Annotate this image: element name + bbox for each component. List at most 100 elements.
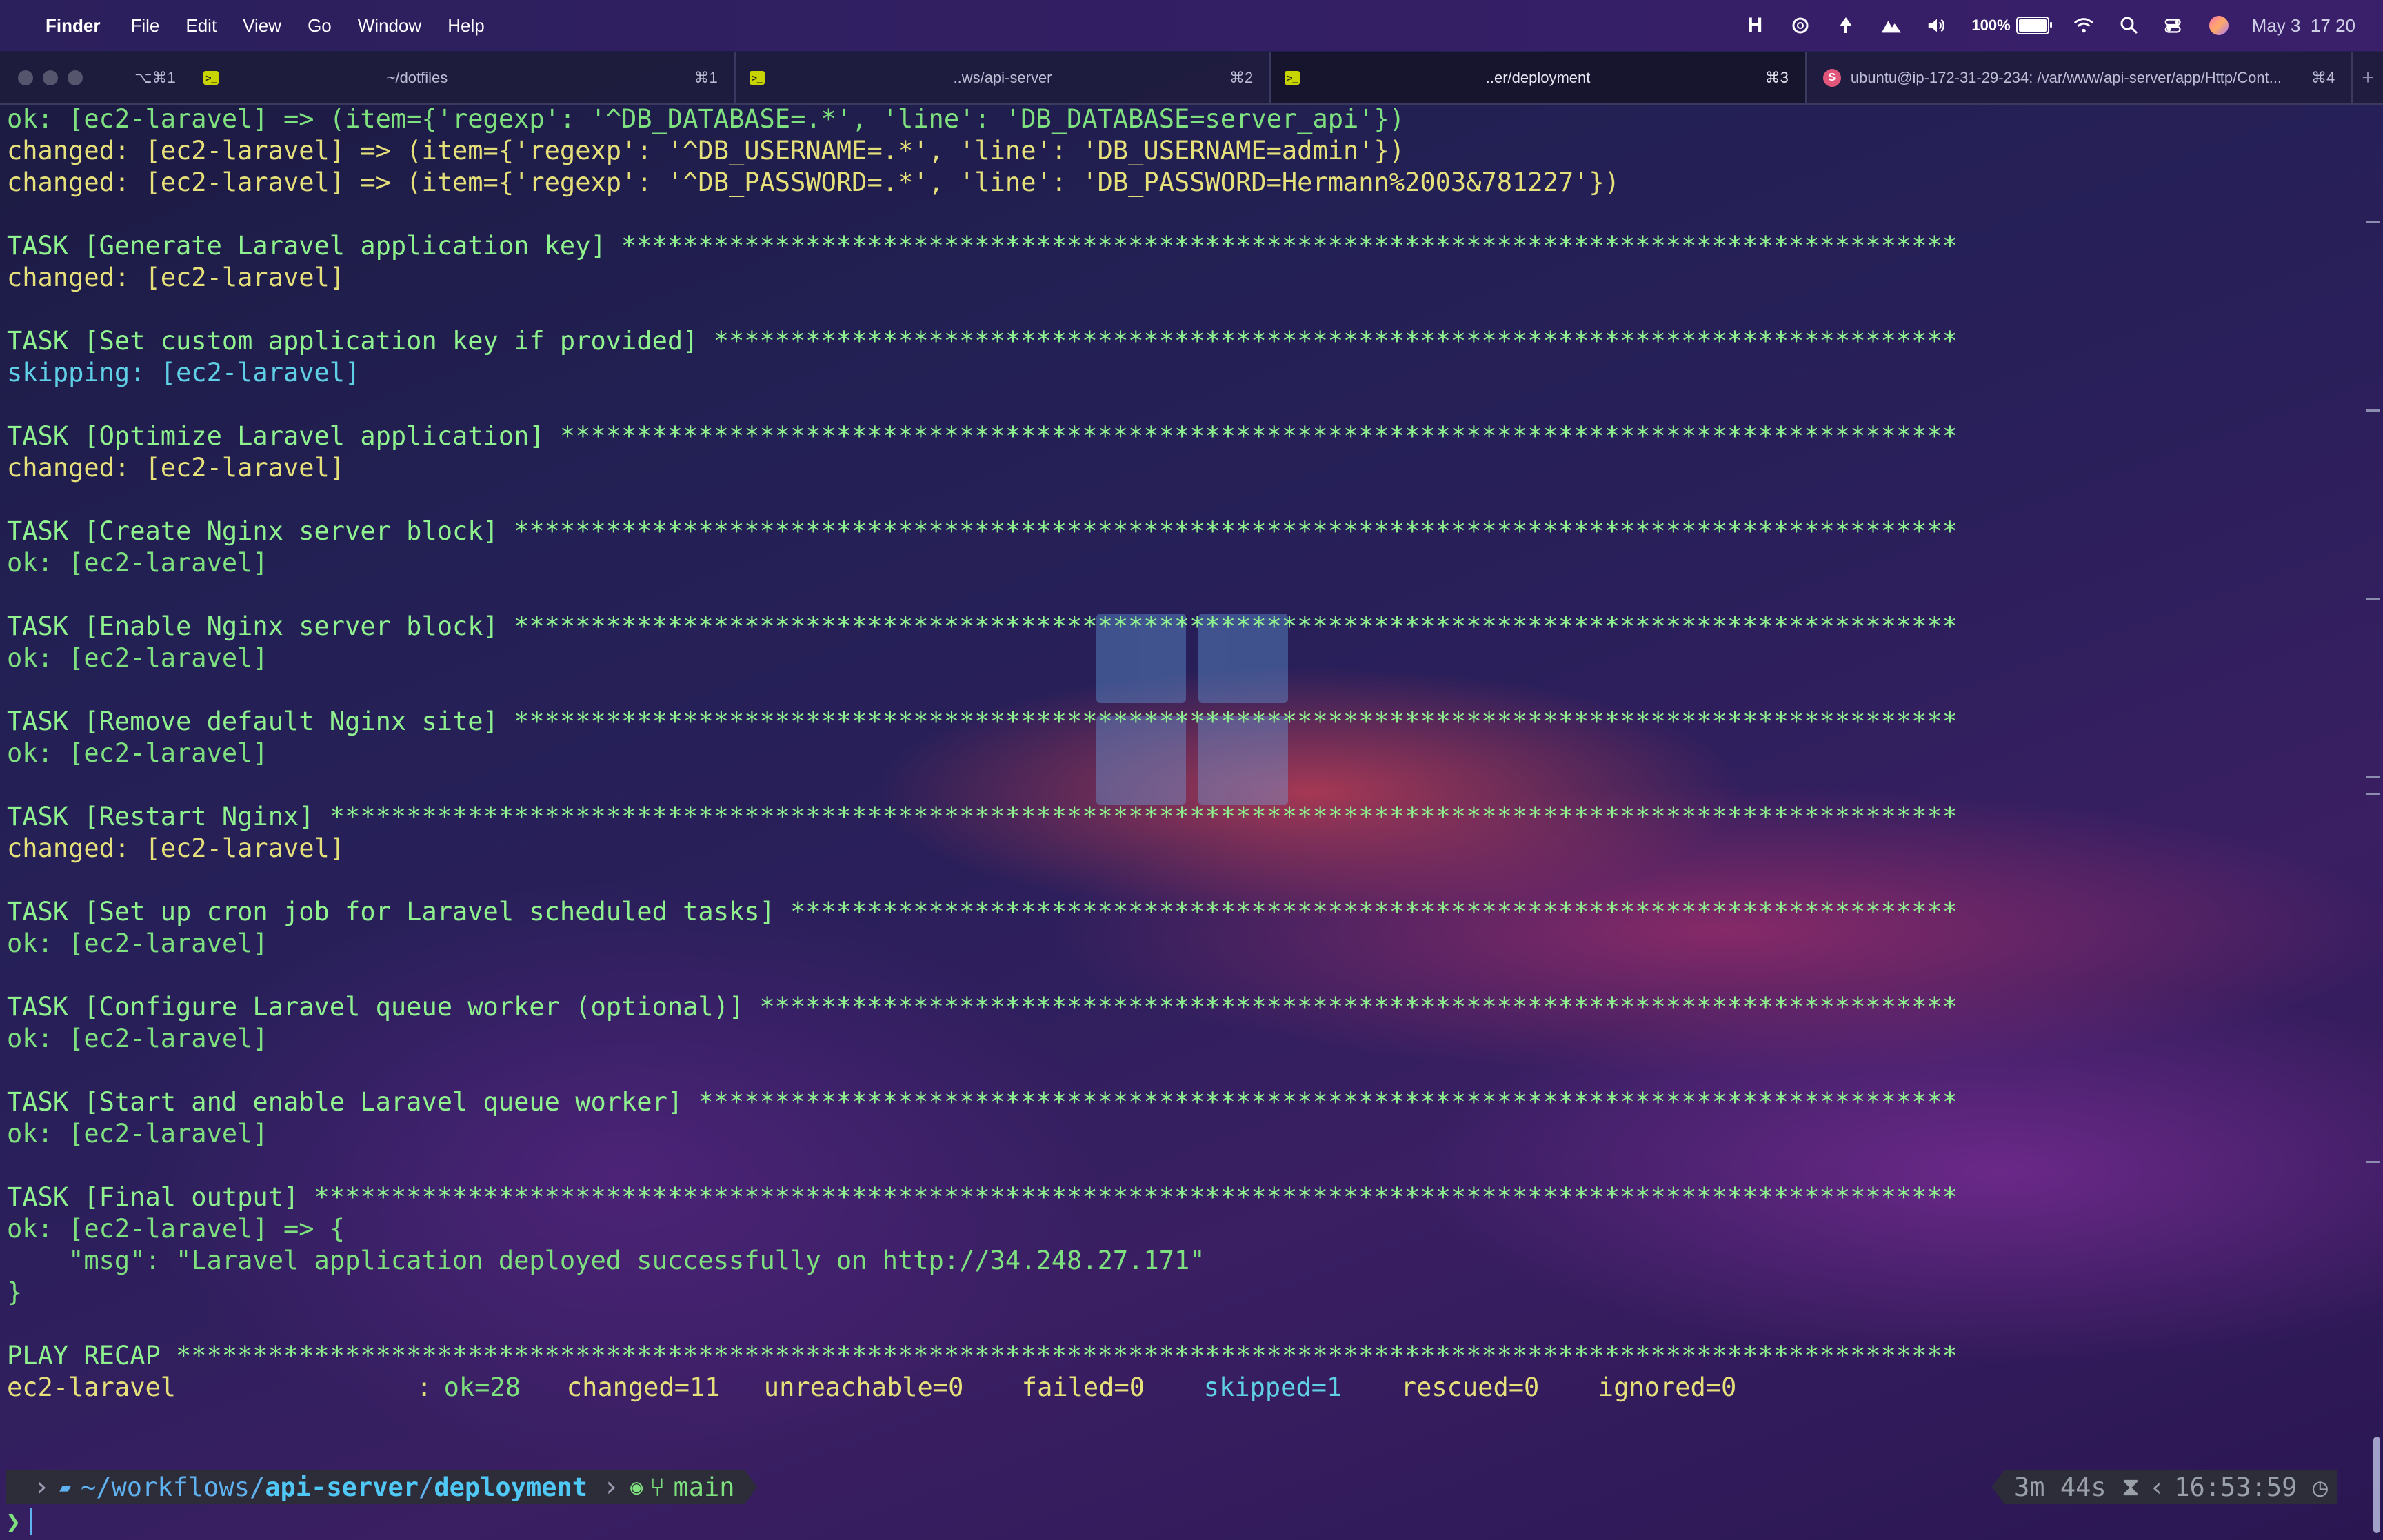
ssh-icon: S	[1822, 69, 1841, 87]
battery-percent: 100%	[1971, 17, 2011, 34]
battery-icon	[2015, 17, 2052, 34]
segment-end	[744, 1470, 757, 1504]
terminal-line: PLAY RECAP *****************************…	[7, 1341, 1958, 1370]
tab-title: ubuntu@ip-172-31-29-234: /var/www/api-se…	[1850, 69, 2282, 86]
openai-icon[interactable]	[1789, 14, 1811, 37]
recap-colon: :	[416, 1372, 432, 1402]
shell-prompt: › ▰ ~/workflows/api-server / deployment › …	[6, 1470, 757, 1504]
command-input[interactable]: ❯	[6, 1506, 33, 1537]
terminal-line: skipping: [ec2-laravel]	[7, 358, 361, 387]
terminal-line: TASK [Set custom application key if prov…	[7, 326, 1958, 356]
terminal-line: ok: [ec2-laravel] => {	[7, 1214, 345, 1244]
tab-shortcut: ⌘3	[1764, 69, 1789, 86]
path-segment-deployment: deployment	[434, 1472, 588, 1502]
tab-ssh-ubuntu[interactable]: S ubuntu@ip-172-31-29-234: /var/www/api-…	[1807, 52, 2353, 103]
h-icon[interactable]: H	[1744, 14, 1766, 37]
clock-time: 17 20	[2310, 14, 2355, 36]
terminal-line: ok: [ec2-laravel] => (item={'regexp': '^…	[7, 104, 1405, 134]
mountain-icon[interactable]	[1880, 14, 1902, 37]
command-duration: 3m 44s ⧗	[2004, 1470, 2149, 1504]
recap-rescued: rescued=0	[1400, 1372, 1540, 1402]
recap-host: ec2-laravel	[7, 1372, 177, 1402]
recap-ok: ok=28	[443, 1372, 521, 1402]
tab-title: ..er/deployment	[1485, 69, 1591, 86]
scrollbar-thumb[interactable]	[2373, 1437, 2380, 1533]
path-separator: /	[419, 1472, 434, 1502]
os-icon	[6, 1470, 28, 1504]
zoom-window-button[interactable]	[68, 70, 83, 85]
terminal-line: ok: [ec2-laravel]	[7, 1119, 268, 1148]
github-icon: ◉	[630, 1475, 643, 1499]
tab-deployment[interactable]: >_ ..er/deployment ⌘3	[1271, 52, 1807, 103]
avatar[interactable]	[2209, 16, 2229, 35]
clock-icon: ◷	[2312, 1472, 2328, 1502]
recap-unreachable: unreachable=0	[763, 1372, 964, 1402]
scrollbar[interactable]	[2364, 103, 2383, 1540]
tab-shortcut: ⌘1	[694, 69, 718, 86]
clock-date: May 3	[2251, 14, 2301, 36]
git-status: ◉ ⑂ main	[625, 1470, 745, 1504]
terminal-line: TASK [Restart Nginx] *******************…	[7, 802, 1958, 831]
terminal-line: changed: [ec2-laravel] => (item={'regexp…	[7, 168, 1620, 197]
tab-shortcut: ⌘4	[2311, 69, 2335, 86]
branch-icon: ⑂	[650, 1472, 665, 1502]
terminal-line: changed: [ec2-laravel]	[7, 453, 345, 483]
control-center-icon[interactable]	[2164, 14, 2186, 37]
menu-help[interactable]: Help	[448, 15, 484, 37]
tab-api-server[interactable]: >_ ..ws/api-server ⌘2	[736, 52, 1271, 103]
recap-changed: changed=11	[566, 1372, 721, 1402]
battery-indicator[interactable]: 100%	[1971, 17, 2052, 34]
volume-icon[interactable]	[1926, 14, 1948, 37]
search-icon[interactable]	[2118, 14, 2140, 37]
tab-dotfiles[interactable]: ⌥⌘1 >_ ~/dotfiles ⌘1	[100, 52, 736, 103]
terminal-line: ok: [ec2-laravel]	[7, 643, 268, 673]
menu-app-finder[interactable]: Finder	[46, 15, 100, 37]
menu-clock[interactable]: May 3 17 20	[2252, 15, 2355, 37]
folder-icon: ▰	[59, 1475, 71, 1499]
terminal-line: ok: [ec2-laravel]	[7, 548, 268, 578]
terminal-line: ok: [ec2-laravel]	[7, 1024, 268, 1053]
menu-window[interactable]: Window	[358, 15, 421, 37]
terminal-line: changed: [ec2-laravel]	[7, 263, 345, 292]
menu-edit[interactable]: Edit	[185, 15, 217, 37]
terminal-line: TASK [Create Nginx server block] *******…	[7, 516, 1958, 546]
prompt-separator: ›	[597, 1470, 625, 1504]
menu-view[interactable]: View	[243, 15, 281, 37]
recap-ignored: ignored=0	[1598, 1372, 1737, 1402]
terminal-line: TASK [Configure Laravel queue worker (op…	[7, 992, 1958, 1022]
terminal-line: ok: [ec2-laravel]	[7, 738, 268, 768]
menu-file[interactable]: File	[130, 15, 159, 37]
prompt-separator: ›	[28, 1470, 56, 1504]
path-segment-api-server: api-server	[265, 1472, 419, 1502]
wifi-icon[interactable]	[2073, 14, 2095, 37]
terminal-line: TASK [Set up cron job for Laravel schedu…	[7, 897, 1958, 926]
terminal-line: TASK [Start and enable Laravel queue wor…	[7, 1087, 1958, 1117]
minimize-window-button[interactable]	[43, 70, 58, 85]
git-branch: main	[673, 1472, 735, 1502]
terminal-output[interactable]: ok: [ec2-laravel] => (item={'regexp': '^…	[0, 103, 2365, 1471]
tree-icon[interactable]	[1835, 14, 1857, 37]
prompt-time: ‹ 16:53:59 ◷	[2149, 1470, 2337, 1504]
menu-go[interactable]: Go	[308, 15, 332, 37]
terminal-line: TASK [Final output] ********************…	[7, 1182, 1958, 1212]
new-tab-button[interactable]: +	[2353, 52, 2383, 103]
battery-level-fill	[2018, 19, 2047, 32]
terminal-line: changed: [ec2-laravel]	[7, 833, 345, 863]
terminal-line: "msg": "Laravel application deployed suc…	[7, 1246, 1205, 1275]
prompt-symbol: ❯	[6, 1506, 21, 1537]
recap-skipped: skipped=1	[1203, 1372, 1343, 1402]
play-recap-row: ec2-laravel: ok=28 changed=11 unreachable=0…	[7, 1372, 2365, 1404]
hourglass-icon: ⧗	[2121, 1472, 2140, 1501]
terminal-line: TASK [Generate Laravel application key] …	[7, 231, 1958, 261]
close-window-button[interactable]	[18, 70, 33, 85]
text-cursor	[30, 1508, 33, 1535]
tab-shortcut: ⌘2	[1229, 69, 1254, 86]
